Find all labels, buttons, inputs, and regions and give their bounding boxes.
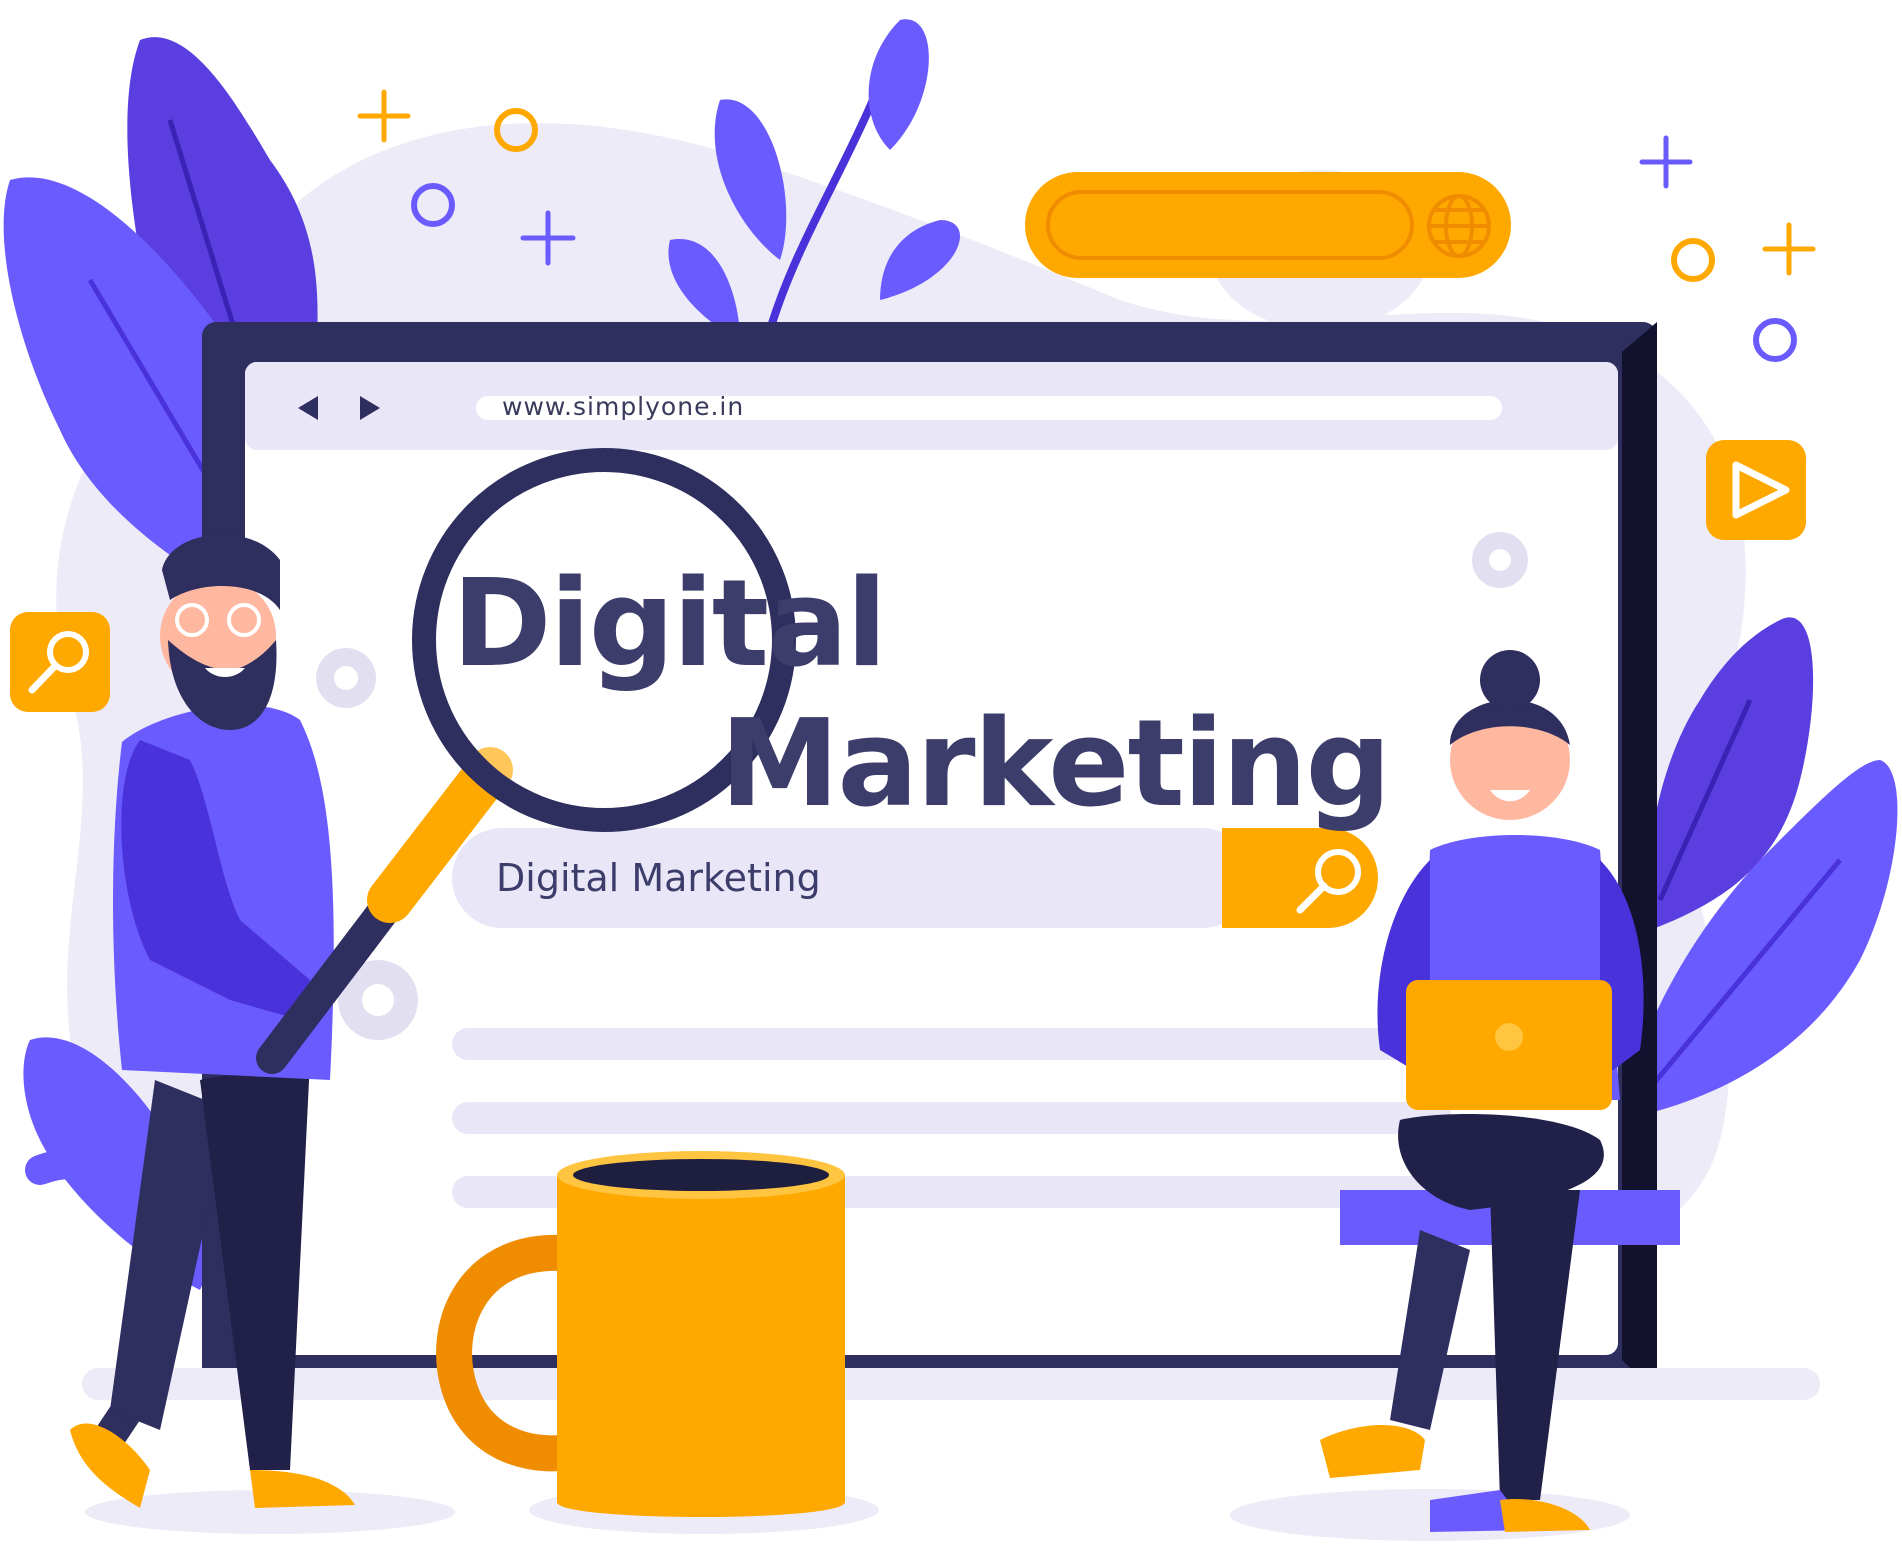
search-button <box>1222 828 1378 928</box>
hero-title-line2: Marketing <box>720 695 1391 834</box>
address-bar-text[interactable]: www.simplyone.in <box>502 392 744 421</box>
play-icon <box>1706 440 1806 540</box>
hero-title-line1: Digital <box>452 555 887 694</box>
search-badge <box>10 612 110 712</box>
search-input[interactable]: Digital Marketing <box>496 856 821 900</box>
